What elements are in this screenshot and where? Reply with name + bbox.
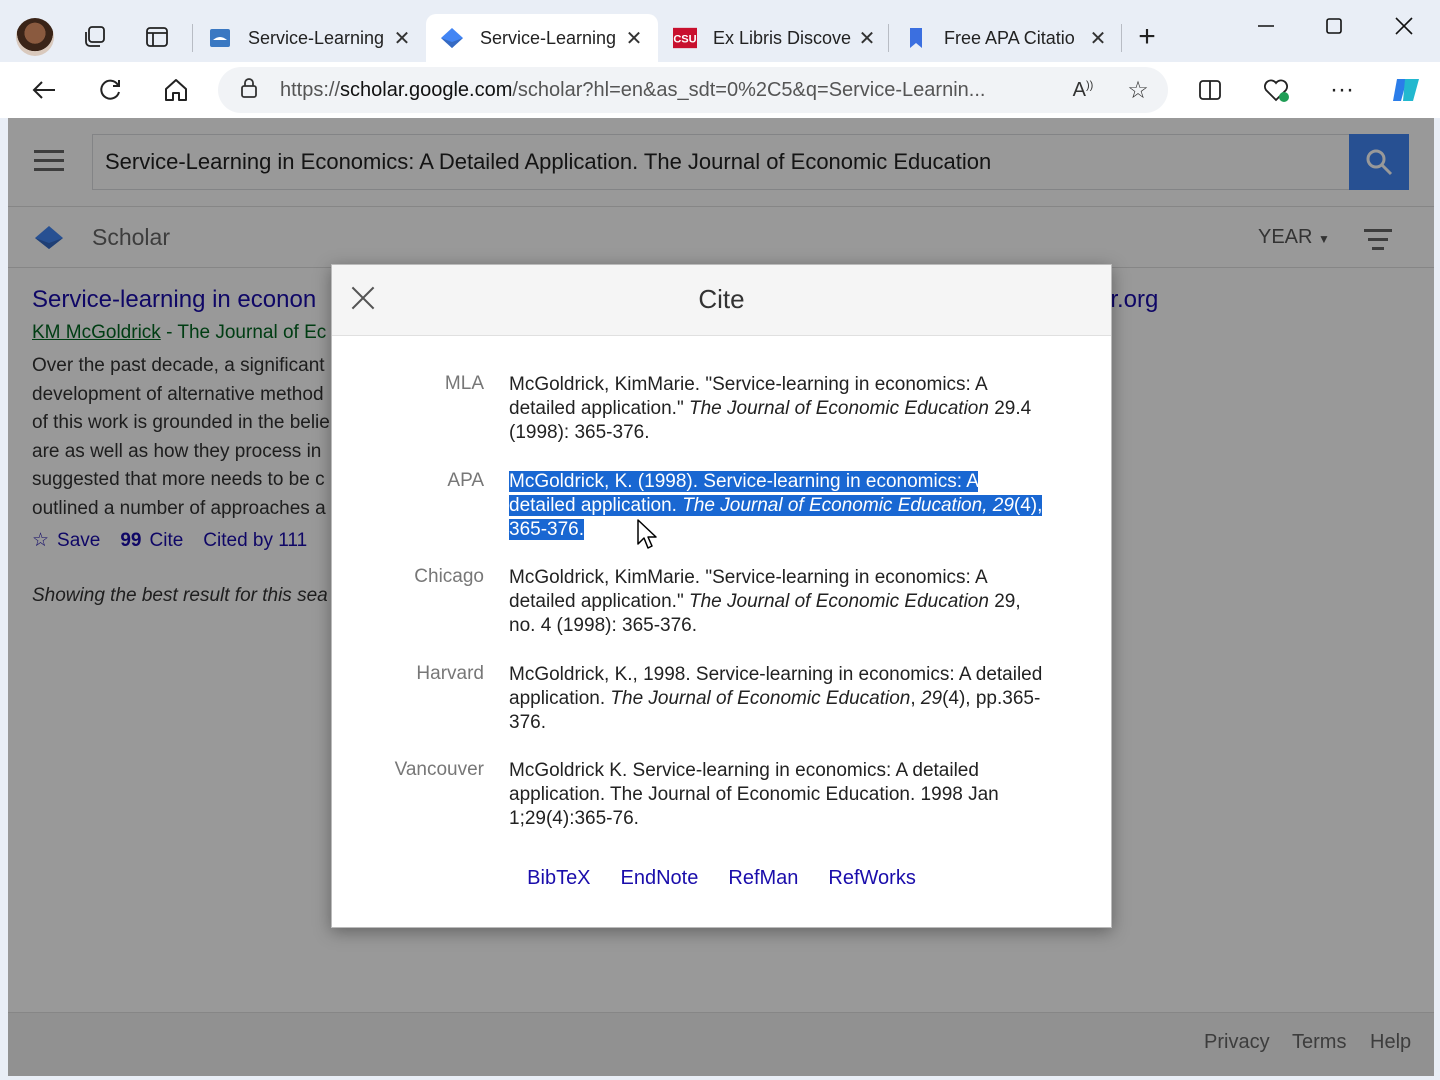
tab-free-apa[interactable]: Free APA Citatio ✕ (890, 14, 1122, 62)
maximize-icon[interactable] (1314, 8, 1354, 44)
tab-separator (192, 24, 193, 52)
tab-separator (1121, 24, 1122, 52)
vertical-tabs-icon[interactable] (142, 22, 172, 52)
refworks-link[interactable]: RefWorks (828, 867, 915, 890)
tab-separator (888, 24, 889, 52)
tab-service-learning-1[interactable]: Service-Learning ✕ (194, 14, 426, 62)
browser-toolbar: https://scholar.google.com/scholar?hl=en… (0, 62, 1440, 118)
citation-style-label: MLA (444, 373, 484, 394)
read-aloud-icon[interactable]: A)) (1058, 79, 1108, 102)
endnote-link[interactable]: EndNote (621, 867, 699, 890)
citation-style-label: Harvard (416, 663, 484, 684)
tab-service-learning-2[interactable]: Service-Learning ✕ (426, 14, 658, 62)
export-links: BibTeX EndNote RefMan RefWorks (332, 867, 1111, 890)
citation-text[interactable]: McGoldrick K. Service-learning in econom… (509, 759, 1049, 831)
close-tab-icon[interactable]: ✕ (1088, 26, 1108, 51)
citation-text[interactable]: McGoldrick, KimMarie. "Service-learning … (509, 373, 1049, 445)
tab-ex-libris[interactable]: CSU Ex Libris Discove ✕ (659, 14, 891, 62)
citation-style-label: Vancouver (394, 759, 484, 780)
url-text[interactable]: https://scholar.google.com/scholar?hl=en… (280, 79, 1058, 102)
tab-title: Free APA Citatio (944, 27, 1075, 48)
workspaces-icon[interactable] (80, 22, 110, 52)
citation-text[interactable]: McGoldrick, KimMarie. "Service-learning … (509, 566, 1049, 638)
minimize-icon[interactable] (1246, 8, 1286, 44)
bookmark-icon (904, 26, 928, 50)
lock-icon[interactable] (240, 77, 280, 104)
book-icon (208, 26, 232, 50)
close-tab-icon[interactable]: ✕ (392, 26, 412, 51)
tab-strip: Service-Learning ✕ Service-Learning ✕ CS… (0, 0, 1440, 62)
more-options-icon[interactable]: ··· (1322, 72, 1362, 108)
tab-title: Ex Libris Discove (713, 27, 852, 48)
citation-style-label: Chicago (414, 566, 484, 587)
csu-logo: CSU (673, 26, 697, 50)
close-tab-icon[interactable]: ✕ (624, 26, 644, 51)
back-icon[interactable] (24, 72, 64, 108)
split-screen-icon[interactable] (1190, 72, 1230, 108)
refresh-icon[interactable] (90, 72, 130, 108)
bibtex-link[interactable]: BibTeX (527, 867, 590, 890)
cite-dialog-title: Cite (698, 284, 745, 314)
address-bar[interactable]: https://scholar.google.com/scholar?hl=en… (218, 67, 1168, 113)
scholar-cap-icon (440, 26, 464, 50)
browser-essentials-icon[interactable] (1256, 72, 1296, 108)
mouse-cursor-icon (637, 519, 657, 549)
home-icon[interactable] (156, 72, 196, 108)
citation-style-label: APA (447, 470, 484, 491)
profile-avatar[interactable] (16, 18, 54, 56)
cite-dialog-header: Cite (332, 265, 1111, 336)
copilot-icon[interactable] (1386, 72, 1426, 108)
refman-link[interactable]: RefMan (728, 867, 798, 890)
favorite-star-icon[interactable]: ☆ (1108, 76, 1168, 105)
tab-title: Service-Learning (248, 27, 385, 48)
close-tab-icon[interactable]: ✕ (857, 26, 877, 51)
citation-text-selected[interactable]: McGoldrick, K. (1998). Service-learning … (509, 470, 1049, 542)
close-window-icon[interactable] (1384, 8, 1424, 44)
tab-title: Service-Learning (480, 27, 617, 48)
new-tab-icon[interactable]: + (1132, 20, 1162, 53)
citation-text[interactable]: McGoldrick, K., 1998. Service-learning i… (509, 663, 1049, 735)
svg-text:CSU: CSU (673, 34, 696, 46)
cite-dialog: Cite MLA McGoldrick, KimMarie. "Service-… (331, 264, 1112, 928)
